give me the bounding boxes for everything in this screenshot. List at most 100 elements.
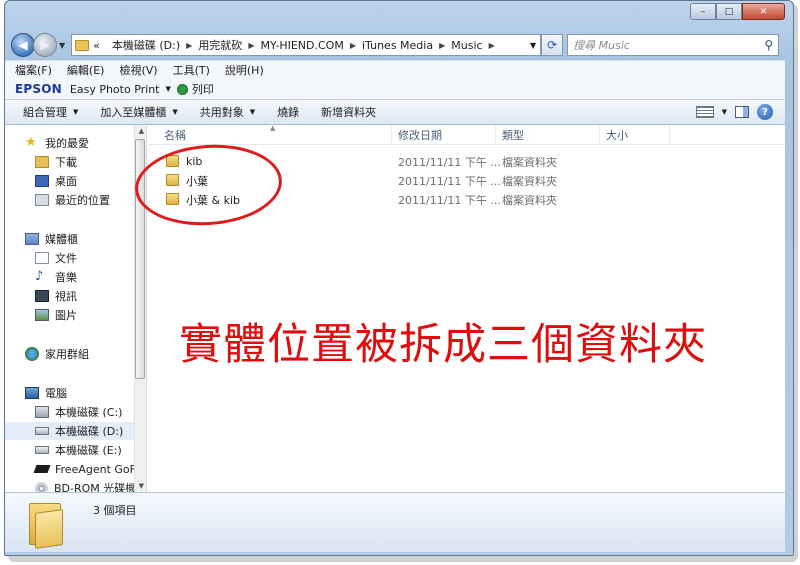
epson-logo: EPSON (15, 82, 62, 96)
navigation-row: ◀ ▶ ▼ « 本機磁碟 (D:) ▶ 用完就砍 ▶ MY-HIEND.COM ▶ i… (11, 31, 789, 59)
nav-item-recent[interactable]: 最近的位置 (5, 191, 135, 209)
column-type[interactable]: 類型 (496, 125, 600, 145)
folder-icon (27, 501, 63, 549)
picture-icon (35, 309, 49, 321)
nav-item-drive-d[interactable]: 本機磁碟 (D:) (5, 422, 136, 440)
drive-icon (35, 427, 49, 435)
column-size[interactable]: 大小 (600, 125, 670, 145)
nav-computer[interactable]: 電腦 (5, 384, 135, 402)
breadcrumb-overflow[interactable]: « (93, 39, 112, 52)
column-headers: ▲ 名稱 修改日期 類型 大小 (148, 124, 785, 145)
back-button[interactable]: ◀ (11, 33, 35, 57)
nav-homegroup[interactable]: 家用群組 (5, 345, 135, 363)
disc-drive-icon (35, 481, 48, 492)
menu-tools[interactable]: 工具(T) (173, 62, 210, 78)
include-in-library-button[interactable]: 加入至媒體櫃 ▼ (100, 104, 177, 120)
file-type: 檔案資料夾 (502, 193, 557, 207)
navigation-pane: ★ 我的最愛 下載 桌面 最近的位置 媒體櫃 文件 ♪ 音樂 視訊 圖片 家用群組 … (5, 125, 147, 492)
recent-places-icon (35, 194, 49, 206)
chevron-right-icon[interactable]: ▶ (350, 41, 356, 50)
minimize-button[interactable]: – (690, 3, 716, 20)
preview-pane-icon[interactable] (735, 106, 749, 118)
arrow-right-icon: ▶ (40, 38, 50, 52)
menu-file[interactable]: 檔案(F) (15, 62, 52, 78)
external-drive-icon (33, 465, 51, 473)
file-type: 檔案資料夾 (502, 174, 557, 188)
address-dropdown-icon[interactable]: ▼ (526, 41, 540, 50)
epson-print-button[interactable]: 列印 (192, 81, 214, 97)
scroll-up-icon[interactable]: ▲ (139, 127, 144, 135)
desktop-icon (35, 175, 49, 187)
share-with-button[interactable]: 共用對象 ▼ (200, 104, 255, 120)
help-icon[interactable]: ? (757, 104, 773, 120)
document-icon (35, 252, 49, 264)
close-button[interactable]: ✕ (742, 3, 785, 20)
menu-view[interactable]: 檢視(V) (119, 62, 157, 78)
caption-buttons: – □ ✕ (690, 3, 785, 20)
nav-item-bd-rom[interactable]: BD-ROM 光碟機 (5, 479, 136, 492)
breadcrumb-item[interactable]: 本機磁碟 (D:) ▶ (112, 37, 198, 53)
nav-item-downloads[interactable]: 下載 (5, 153, 135, 171)
nav-item-freeagent[interactable]: FreeAgent GoFle (5, 460, 146, 478)
chevron-down-icon: ▼ (249, 108, 256, 116)
arrow-left-icon: ◀ (18, 38, 28, 52)
nav-item-drive-e[interactable]: 本機磁碟 (E:) (5, 441, 135, 459)
menu-help[interactable]: 說明(H) (225, 62, 264, 78)
computer-icon (25, 387, 39, 399)
file-modified: 2011/11/11 下午 ... (398, 174, 501, 188)
nav-item-desktop[interactable]: 桌面 (5, 172, 135, 190)
breadcrumb-item[interactable]: iTunes Media ▶ (362, 39, 451, 52)
recent-pages-dropdown[interactable]: ▼ (59, 41, 65, 50)
breadcrumb-item[interactable]: MY-HIEND.COM ▶ (260, 39, 362, 52)
nav-item-drive-c[interactable]: 本機磁碟 (C:) (5, 403, 135, 421)
breadcrumb-item[interactable]: 用完就砍 ▶ (198, 37, 260, 53)
breadcrumb-item[interactable]: Music ▶ (451, 39, 500, 52)
column-name[interactable]: 名稱 (158, 125, 392, 145)
chevron-right-icon[interactable]: ▶ (439, 41, 445, 50)
nav-favorites[interactable]: ★ 我的最愛 (5, 134, 135, 152)
downloads-folder-icon (35, 156, 49, 168)
epson-toolbar: EPSON Easy Photo Print ▼ 列印 (5, 79, 785, 99)
drive-icon (35, 446, 49, 454)
library-icon (25, 233, 39, 245)
nav-item-documents[interactable]: 文件 (5, 249, 135, 267)
epson-dropdown-icon[interactable]: ▼ (166, 85, 171, 93)
new-folder-button[interactable]: 新增資料夾 (321, 104, 376, 120)
file-modified: 2011/11/11 下午 ... (398, 193, 501, 207)
content-area: ★ 我的最愛 下載 桌面 最近的位置 媒體櫃 文件 ♪ 音樂 視訊 圖片 家用群組 … (5, 124, 785, 492)
chevron-right-icon[interactable]: ▶ (186, 41, 192, 50)
nav-item-music[interactable]: ♪ 音樂 (5, 268, 135, 286)
nav-item-videos[interactable]: 視訊 (5, 287, 135, 305)
menu-bar: 檔案(F) 編輯(E) 檢視(V) 工具(T) 說明(H) (5, 60, 785, 79)
folder-icon (75, 39, 90, 51)
forward-button[interactable]: ▶ (33, 33, 57, 57)
star-icon: ★ (25, 135, 37, 150)
command-bar: 組合管理 ▼ 加入至媒體櫃 ▼ 共用對象 ▼ 燒錄 新增資料夾 ▼ ? (5, 99, 785, 125)
organize-button[interactable]: 組合管理 ▼ (23, 104, 78, 120)
music-note-icon: ♪ (35, 269, 44, 284)
scroll-down-icon[interactable]: ▼ (139, 482, 144, 490)
chevron-right-icon[interactable]: ▶ (489, 41, 495, 50)
address-bar[interactable]: « 本機磁碟 (D:) ▶ 用完就砍 ▶ MY-HIEND.COM ▶ iTunes … (71, 34, 542, 56)
view-controls: ▼ ? (695, 104, 785, 120)
file-modified: 2011/11/11 下午 ... (398, 155, 501, 169)
file-type: 檔案資料夾 (502, 155, 557, 169)
view-dropdown-icon[interactable]: ▼ (722, 108, 727, 116)
search-placeholder: 搜尋 Music (573, 39, 630, 52)
nav-libraries[interactable]: 媒體櫃 (5, 230, 135, 248)
print-icon (176, 83, 188, 95)
chevron-down-icon: ▼ (73, 108, 79, 116)
column-modified[interactable]: 修改日期 (392, 125, 496, 145)
menu-edit[interactable]: 編輯(E) (67, 62, 105, 78)
epson-app-button[interactable]: Easy Photo Print (70, 83, 160, 96)
homegroup-icon (25, 347, 39, 361)
chevron-right-icon[interactable]: ▶ (248, 41, 254, 50)
burn-button[interactable]: 燒錄 (277, 104, 299, 120)
refresh-button[interactable]: ⟳ (541, 34, 564, 56)
nav-item-pictures[interactable]: 圖片 (5, 306, 135, 324)
view-options-icon[interactable] (695, 106, 714, 118)
maximize-button[interactable]: □ (716, 3, 742, 20)
details-pane: 3 個項目 (5, 492, 785, 552)
search-icon[interactable]: ⚲ (764, 38, 773, 52)
search-input[interactable]: 搜尋 Music ⚲ (567, 34, 780, 56)
